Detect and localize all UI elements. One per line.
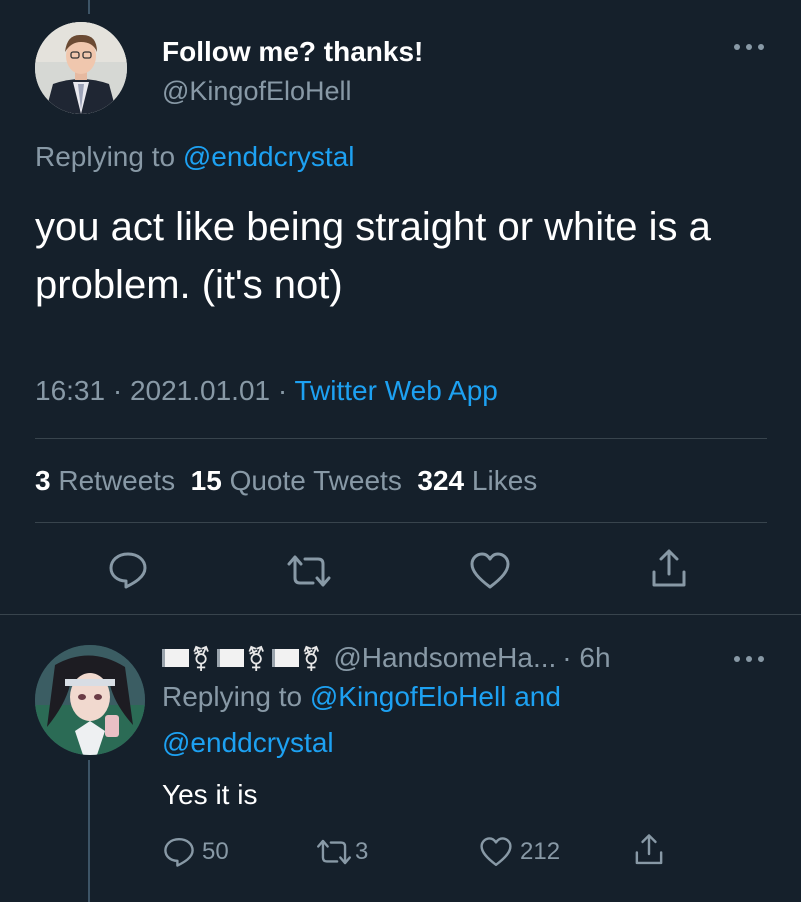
share-button[interactable] [648, 548, 690, 590]
tweet-date[interactable]: 2021.01.01 [130, 375, 270, 406]
reply-button[interactable] [107, 550, 149, 590]
share-icon [635, 834, 663, 865]
divider [0, 614, 801, 615]
transgender-symbol-icon: ⚧ [246, 645, 267, 673]
white-flag-icon [162, 649, 189, 667]
retweets-stat[interactable]: 3 Retweets [35, 465, 175, 496]
thread-line-top [88, 0, 90, 14]
reply-icon [109, 552, 147, 589]
replying-to-label: Replying to [35, 141, 176, 172]
quote-tweets-stat[interactable]: 15 Quote Tweets [191, 465, 402, 496]
retweet-icon [317, 839, 351, 865]
reply-handle[interactable]: @HandsomeHa... [333, 642, 556, 674]
reply-retweet-button[interactable]: 3 [315, 837, 368, 867]
replying-to-handle-link[interactable]: @enddcrystal [162, 727, 334, 758]
anime-avatar-icon [35, 645, 145, 755]
more-options-icon[interactable] [732, 652, 766, 664]
reply-header: ⚧ ⚧ ⚧ @HandsomeHa... · 6h [162, 641, 611, 675]
person-avatar-icon [35, 22, 127, 114]
white-flag-icon [217, 649, 245, 667]
reply-display-name[interactable]: ⚧ ⚧ ⚧ [162, 642, 327, 674]
retweet-count: 3 [355, 838, 369, 865]
author-handle[interactable]: @KingofEloHell [162, 76, 352, 107]
reply-reply-button[interactable]: 50 [162, 836, 229, 868]
tweet-source-link[interactable]: Twitter Web App [295, 375, 498, 406]
reply-replying-to-2: @enddcrystal [162, 727, 334, 759]
like-icon [480, 837, 512, 866]
tweet-time[interactable]: 16:31 [35, 375, 105, 406]
author-avatar[interactable] [35, 22, 127, 114]
white-flag-icon [272, 649, 300, 667]
reply-author-avatar[interactable] [35, 645, 145, 755]
divider [35, 522, 767, 523]
share-icon [652, 549, 686, 587]
retweet-icon [287, 555, 331, 587]
engagement-stats: 3 Retweets 15 Quote Tweets 324 Likes [35, 465, 537, 497]
divider [35, 438, 767, 439]
replying-to: Replying to @enddcrystal [35, 141, 354, 173]
author-display-name[interactable]: Follow me? thanks! [162, 36, 423, 68]
meta-separator: · [277, 375, 288, 406]
like-count: 212 [520, 838, 561, 865]
reply-count: 50 [202, 838, 229, 865]
likes-stat[interactable]: 324 Likes [417, 465, 537, 496]
retweet-button[interactable] [285, 552, 333, 590]
tweet-meta: 16:31 · 2021.01.01 · Twitter Web App [35, 375, 498, 407]
reply-time[interactable]: · 6h [562, 642, 610, 674]
replying-to-label: Replying to [162, 681, 303, 712]
thread-line-bottom [88, 760, 90, 902]
reply-icon [164, 838, 194, 867]
replying-to-and[interactable]: and [514, 681, 561, 712]
transgender-symbol-icon: ⚧ [301, 645, 322, 673]
like-icon [470, 552, 510, 589]
replying-to-handle-link[interactable]: @KingofEloHell [310, 681, 507, 712]
reply-like-button[interactable]: 212 [478, 836, 560, 868]
meta-separator: · [112, 375, 123, 406]
reply-share-button[interactable] [632, 833, 666, 867]
reply-text: Yes it is [162, 779, 258, 810]
transgender-symbol-icon: ⚧ [191, 645, 212, 673]
more-options-icon[interactable] [732, 40, 766, 52]
like-button[interactable] [468, 551, 512, 591]
reply-replying-to: Replying to @KingofEloHell and [162, 681, 561, 713]
replying-to-handle-link[interactable]: @enddcrystal [183, 141, 355, 172]
tweet-text: you act like being straight or white is … [35, 205, 711, 307]
